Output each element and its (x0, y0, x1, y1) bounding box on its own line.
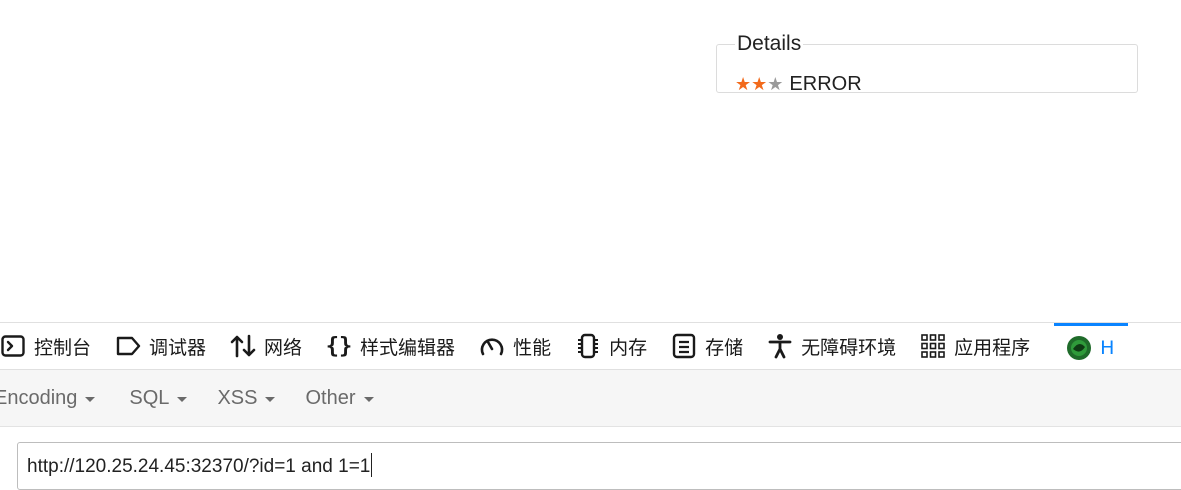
caret-down-icon (265, 396, 276, 402)
menu-encoding[interactable]: Encoding (0, 386, 96, 410)
url-area: http://120.25.24.45:32370/?id=1 and 1=1 (0, 427, 1181, 490)
accessibility-icon (767, 333, 793, 359)
tab-label: 内存 (609, 336, 648, 359)
star-filled-icon: ★ (751, 74, 768, 94)
tab-label: 无障碍环境 (801, 336, 897, 359)
menu-label: SQL (129, 386, 170, 409)
tab-application[interactable]: 应用程序 (920, 323, 1044, 369)
tab-memory[interactable]: 内存 (575, 323, 661, 369)
devtools-toolbar: 控制台 调试器 网络 {} 样式编辑器 性能 内存 存储 无障碍环境 应用程序 … (0, 322, 1181, 370)
details-title: Details (735, 31, 804, 57)
tab-hackbar[interactable]: H (1054, 323, 1129, 369)
tab-console[interactable]: 控制台 (0, 323, 105, 369)
performance-icon (479, 333, 505, 359)
caret-down-icon (177, 396, 188, 402)
tab-label: 控制台 (34, 336, 92, 359)
menu-xss[interactable]: XSS (217, 386, 276, 410)
tab-style-editor[interactable]: {} 样式编辑器 (326, 323, 469, 369)
network-icon (230, 333, 256, 359)
style-editor-icon: {} (325, 333, 353, 359)
star-empty-icon: ★ (767, 74, 784, 94)
url-text: http://120.25.24.45:32370/?id=1 and 1=1 (27, 456, 371, 477)
menu-label: XSS (217, 386, 258, 409)
page-content: Details ★ ★ ★ ERROR (0, 0, 1181, 322)
tab-label: 性能 (513, 336, 552, 359)
hackbar-icon (1066, 335, 1092, 361)
caret-down-icon (85, 396, 96, 402)
details-status-row: ★ ★ ★ ERROR (735, 71, 862, 97)
console-icon (0, 333, 26, 359)
application-icon (920, 333, 946, 359)
url-input[interactable]: http://120.25.24.45:32370/?id=1 and 1=1 (17, 442, 1181, 490)
tab-performance[interactable]: 性能 (479, 323, 565, 369)
tab-network[interactable]: 网络 (230, 323, 316, 369)
menu-label: Other (305, 386, 356, 409)
memory-icon (575, 333, 601, 359)
tab-label: 网络 (264, 336, 303, 359)
tab-label: H (1100, 336, 1115, 359)
hackbar-menu: Encoding SQL XSS Other (0, 370, 1181, 427)
storage-icon (671, 333, 697, 359)
tab-label: 样式编辑器 (360, 336, 456, 359)
tab-storage[interactable]: 存储 (671, 323, 757, 369)
menu-other[interactable]: Other (305, 386, 374, 410)
status-text: ERROR (789, 72, 862, 95)
tab-debugger[interactable]: 调试器 (115, 323, 220, 369)
menu-label: Encoding (0, 386, 78, 409)
tab-label: 应用程序 (954, 336, 1031, 359)
debugger-icon (115, 333, 141, 359)
tab-accessibility[interactable]: 无障碍环境 (767, 323, 910, 369)
tab-label: 调试器 (149, 336, 207, 359)
star-filled-icon: ★ (735, 74, 752, 94)
text-cursor (371, 453, 373, 477)
menu-sql[interactable]: SQL (129, 386, 188, 410)
caret-down-icon (363, 396, 374, 402)
tab-label: 存储 (705, 336, 744, 359)
